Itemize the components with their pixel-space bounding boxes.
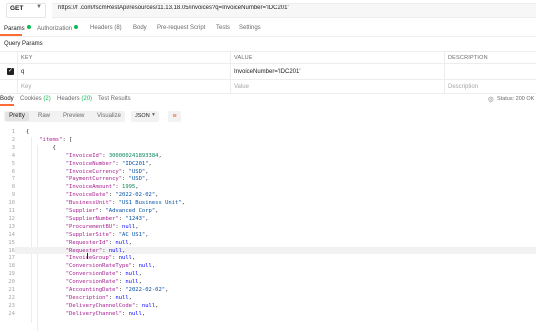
line-number: 4 (11, 152, 15, 159)
table-border (0, 79, 536, 80)
tab-authorization[interactable]: Authorization (37, 25, 79, 32)
column-header-description: DESCRIPTION (448, 55, 488, 61)
code-line: "BusinessUnit": "US1 Business Unit", (65, 200, 185, 207)
code-line: "InvoiceId": 300000241893384, (65, 152, 162, 159)
table-border (0, 51, 536, 52)
code-line: "InvoiceGroup": null, (65, 255, 136, 262)
status-text: Status: 200 OK (497, 96, 535, 102)
divider (0, 35, 536, 37)
code-line: "ProcurementBU": null, (65, 223, 139, 230)
line-number: 9 (11, 192, 15, 199)
line-number: 7 (11, 176, 15, 183)
code-line: "Supplier": "Advanced Corp", (65, 208, 159, 214)
line-number: 1 (11, 129, 15, 135)
pretty-button[interactable]: Pretty (5, 112, 29, 121)
response-body-editor[interactable]: 1 {2 "items": [ 3 {4 "InvoiceId": 30000024… (0, 125, 536, 331)
tab-pre-request-script[interactable]: Pre-request Script (157, 25, 205, 31)
response-tab-test-results[interactable]: Test Results (98, 96, 131, 102)
new-param-key-input[interactable]: Key (21, 84, 31, 90)
globe-icon: ◎ (488, 96, 494, 103)
line-number: 14 (8, 231, 15, 238)
line-number: 10 (8, 200, 15, 207)
table-border (0, 93, 536, 94)
code-line: "RequesterId": null, (65, 239, 132, 246)
query-params-title: Query Params (4, 41, 43, 47)
authorization-active-dot-icon (74, 25, 79, 29)
response-tab-cookies[interactable]: Cookies (2) (20, 96, 51, 102)
code-line: { (26, 129, 30, 135)
visualize-button[interactable]: Visualize (97, 112, 121, 121)
column-header-key: KEY (21, 55, 33, 61)
column-header-value: VALUE (234, 55, 253, 61)
line-number: 6 (11, 168, 15, 175)
line-number: 20 (8, 279, 15, 286)
line-number: 16 (8, 247, 15, 254)
tab-tests[interactable]: Tests (216, 25, 230, 31)
line-number: 21 (8, 287, 15, 293)
response-tab-body[interactable]: Body (0, 96, 14, 102)
line-number: 18 (8, 263, 15, 270)
code-line: "SupplierSite": "AC US1", (65, 231, 149, 238)
code-line: "InvoiceDate": "2022-02-02", (65, 192, 159, 199)
raw-button[interactable]: Raw (38, 112, 50, 121)
code-line: "SupplierNumber": "1243", (65, 215, 149, 222)
code-line: "PaymentCurrency": "USD", (65, 176, 149, 183)
new-param-value-input[interactable]: Value (234, 84, 249, 90)
tab-settings[interactable]: Settings (239, 25, 261, 31)
active-response-tab-indicator (0, 104, 14, 106)
tab-headers[interactable]: Headers (8) (90, 25, 122, 31)
table-border (0, 63, 536, 64)
method-label: GET (10, 5, 24, 12)
code-line: "DeliveryChannel": null, (65, 310, 146, 317)
new-param-description-input[interactable]: Description (448, 84, 478, 90)
line-number: 22 (8, 294, 15, 301)
line-number: 19 (8, 271, 15, 278)
code-line: "AccountingDate": "2022-02-02", (65, 287, 169, 293)
code-line: "ConversionRate": null, (65, 279, 142, 286)
param-value-field[interactable]: InvoiceNumber='IDC201' (234, 69, 301, 75)
line-number: 8 (11, 184, 15, 191)
line-number: 17 (8, 255, 15, 262)
code-line: "ConversionDate": null, (65, 271, 142, 278)
line-number: 5 (11, 160, 15, 167)
code-line: "items": [ (39, 136, 73, 143)
code-line: "DeliveryChannelCode": null, (65, 302, 159, 309)
tab-body[interactable]: Body (133, 25, 147, 31)
line-number: 23 (8, 302, 15, 309)
line-number: 2 (11, 136, 15, 143)
code-line: "ConversionRateType": null, (65, 263, 156, 270)
chevron-down-icon: ▼ (36, 4, 42, 10)
table-column-divider (17, 51, 18, 93)
param-enabled-checkbox[interactable]: ✓ (7, 68, 14, 75)
url-text: https://f .com/fscmRestApi/resources/11.… (58, 5, 289, 11)
code-line: "InvoiceNumber": "IDC201", (65, 160, 152, 167)
preview-button[interactable]: Preview (63, 112, 84, 121)
chevron-down-icon: ▼ (151, 112, 156, 118)
line-number: 24 (8, 310, 15, 317)
wrap-lines-icon[interactable]: ≡ (168, 111, 181, 122)
code-line: "InvoiceAmount": 1995, (65, 184, 139, 191)
param-key-field[interactable]: q (21, 69, 24, 75)
code-line: "Description": null, (65, 294, 132, 301)
line-number: 15 (8, 239, 15, 246)
code-line: "InvoiceCurrency": "USD", (65, 168, 149, 175)
line-number: 13 (8, 223, 15, 230)
table-column-divider (230, 51, 231, 93)
text-cursor (87, 253, 88, 259)
line-number: 3 (11, 144, 15, 151)
format-label: JSON (135, 113, 150, 119)
line-number: 11 (8, 208, 15, 214)
params-active-dot-icon (26, 25, 31, 29)
code-line: { (26, 144, 56, 151)
tab-params[interactable]: Params (4, 25, 31, 32)
response-tab-headers[interactable]: Headers (20) (57, 96, 92, 102)
code-line: "Requester": null, (65, 247, 126, 254)
line-number: 12 (8, 215, 15, 222)
table-column-divider (444, 51, 445, 93)
